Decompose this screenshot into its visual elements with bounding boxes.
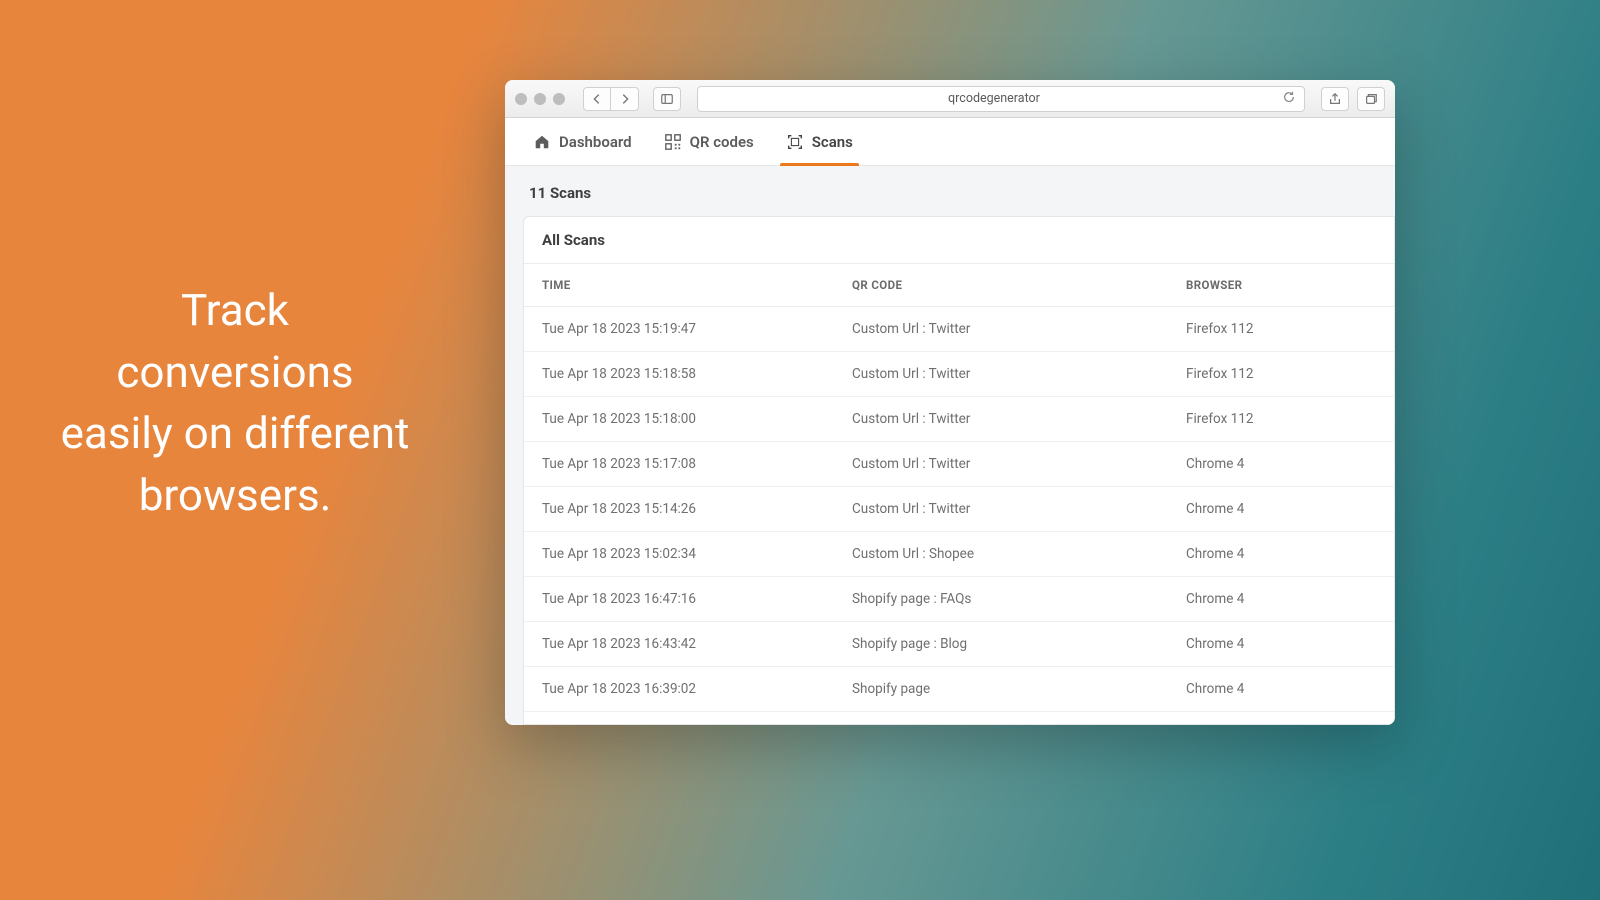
url-text: qrcodegenerator [706,91,1282,106]
tab-label: Scans [812,133,853,151]
cell-time: Tue Apr 18 2023 15:18:58 [542,366,852,382]
cell-time: Tue Apr 18 2023 15:18:00 [542,411,852,427]
traffic-lights [515,93,565,105]
cell-browser: Firefox 112 [1186,321,1376,337]
cell-browser: Firefox 112 [1186,411,1376,427]
cell-browser: Chrome 4 [1186,681,1376,697]
chrome-right-tools [1321,87,1385,111]
nav-buttons [583,87,639,111]
cell-time: Tue Apr 18 2023 16:39:02 [542,681,852,697]
cell-qr: Custom Url : Twitter [852,366,1186,382]
scans-count: 11 Scans [505,166,1395,216]
table-row[interactable]: Tue Apr 18 2023 15:02:34Custom Url : Sho… [524,532,1394,577]
card-title: All Scans [524,217,1394,264]
cell-qr: Custom Url : Twitter [852,456,1186,472]
cell-time: Tue Apr 18 2023 16:43:42 [542,636,852,652]
tabs-button[interactable] [1357,87,1385,111]
cell-browser: Chrome 4 [1186,456,1376,472]
table-body: Tue Apr 18 2023 15:19:47Custom Url : Twi… [524,307,1394,724]
browser-window: qrcodegenerator Dashboard QR codes Scans [505,80,1395,725]
table-row[interactable]: Tue Apr 18 2023 16:47:16Shopify page : F… [524,577,1394,622]
cell-qr: Shopify page [852,681,1186,697]
table-row[interactable]: Tue Apr 18 2023 15:18:58Custom Url : Twi… [524,352,1394,397]
table-row[interactable]: Tue Apr 18 2023 15:19:47Custom Url : Twi… [524,307,1394,352]
cell-qr: Custom Url : Twitter [852,321,1186,337]
sidebar-toggle-button[interactable] [653,87,681,111]
tab-label: QR codes [690,133,754,151]
back-button[interactable] [583,87,611,111]
cell-qr: Shopify page : FAQs [852,591,1186,607]
cell-time: Tue Apr 18 2023 15:19:47 [542,321,852,337]
cell-qr: Custom Url : Shopee [852,546,1186,562]
maximize-window-dot[interactable] [553,93,565,105]
cell-browser: Chrome 4 [1186,501,1376,517]
close-window-dot[interactable] [515,93,527,105]
col-header-qr: QR CODE [852,278,1186,292]
reload-icon [1282,90,1296,104]
cell-browser: Chrome 4 [1186,636,1376,652]
col-header-time: TIME [542,278,852,292]
chevron-right-icon [618,92,632,106]
cell-browser: Chrome 4 [1186,546,1376,562]
cell-time: Tue Apr 18 2023 15:02:34 [542,546,852,562]
cell-time: Tue Apr 18 2023 15:14:26 [542,501,852,517]
browser-chrome: qrcodegenerator [505,80,1395,118]
cell-qr: Custom Url : Twitter [852,411,1186,427]
tab-qr-codes[interactable]: QR codes [660,118,758,165]
table-row[interactable]: Tue Apr 18 2023 15:14:26Custom Url : Twi… [524,487,1394,532]
tab-label: Dashboard [559,133,632,151]
home-icon [533,133,551,151]
qr-icon [664,133,682,151]
share-button[interactable] [1321,87,1349,111]
content-area: 11 Scans All Scans TIME QR CODE BROWSER … [505,166,1395,725]
tab-dashboard[interactable]: Dashboard [529,118,636,165]
reload-button[interactable] [1282,89,1296,108]
app-tabs: Dashboard QR codes Scans [505,118,1395,166]
scans-card: All Scans TIME QR CODE BROWSER Tue Apr 1… [523,216,1395,725]
marketing-headline: Track conversions easily on different br… [60,280,410,526]
table-row[interactable]: Tue Apr 18 2023 16:43:42Shopify page : B… [524,622,1394,667]
share-icon [1328,92,1342,106]
cell-browser: Firefox 112 [1186,366,1376,382]
minimize-window-dot[interactable] [534,93,546,105]
tabs-icon [1364,92,1378,106]
table-row[interactable]: Tue Apr 18 2023 16:39:02Shopify pageChro… [524,667,1394,712]
scan-icon [786,133,804,151]
sidebar-icon [660,92,674,106]
cell-time: Tue Apr 18 2023 15:17:08 [542,456,852,472]
table-header: TIME QR CODE BROWSER [524,264,1394,307]
cell-qr: Custom Url : Twitter [852,501,1186,517]
forward-button[interactable] [611,87,639,111]
table-row[interactable]: Tue Apr 18 2023 15:18:00Custom Url : Twi… [524,397,1394,442]
chevron-left-icon [590,92,604,106]
col-header-browser: BROWSER [1186,278,1376,292]
table-row[interactable]: Tue Apr 18 2023 15:17:08Custom Url : Twi… [524,442,1394,487]
tab-scans[interactable]: Scans [782,118,857,165]
cell-qr: Shopify page : Blog [852,636,1186,652]
url-bar[interactable]: qrcodegenerator [697,86,1305,112]
cell-time: Tue Apr 18 2023 16:47:16 [542,591,852,607]
cell-browser: Chrome 4 [1186,591,1376,607]
